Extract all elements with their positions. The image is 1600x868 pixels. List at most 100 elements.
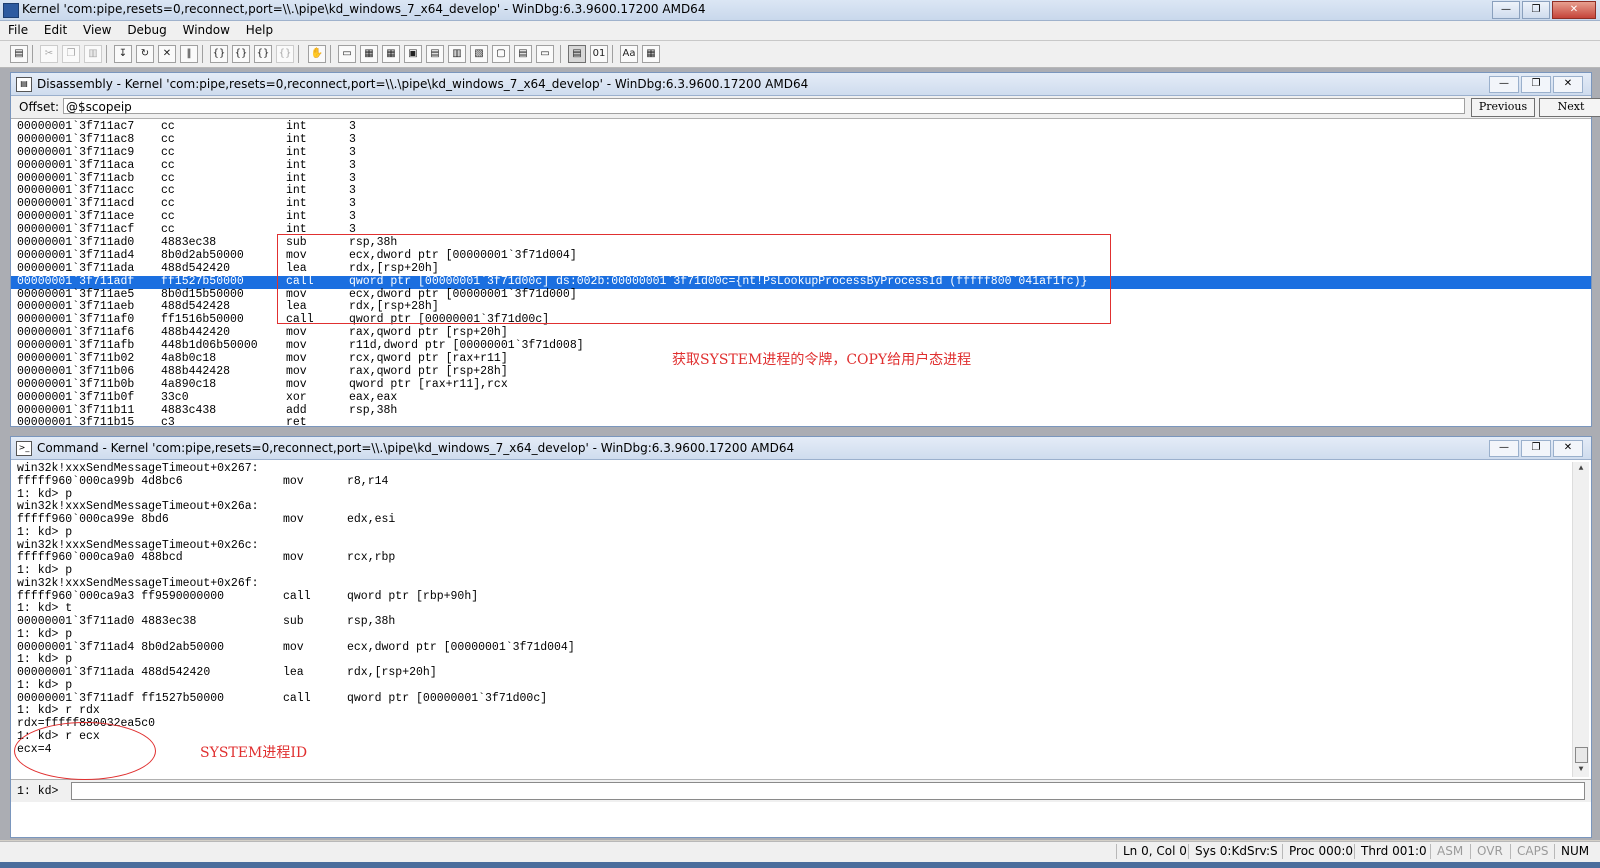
toolbar-separator bbox=[106, 45, 107, 63]
disassembly-addr: 00000001`3f711ac9 bbox=[17, 145, 135, 159]
disassembly-row[interactable]: 00000001`3f711ac7 cc int 3 bbox=[11, 120, 1591, 134]
open-icon[interactable]: ▤ bbox=[10, 45, 28, 63]
status-asm: ASM bbox=[1430, 844, 1463, 859]
scroll-up-icon[interactable]: ▲ bbox=[1573, 462, 1589, 476]
scroll-thumb[interactable] bbox=[1575, 747, 1588, 763]
paste-icon[interactable]: ▥ bbox=[84, 45, 102, 63]
disassembly-bytes: 4883ec38 bbox=[161, 236, 217, 250]
toolbar: ▤ ✂ ❐ ▥ ↧ ↻ ✕ ‖ {} {} {} {} ✋ ▭ ▦ ▦ ▣ ▤ … bbox=[0, 41, 1600, 68]
disassembly-addr: 00000001`3f711b02 bbox=[17, 352, 135, 366]
registers-window-icon[interactable]: ▣ bbox=[404, 45, 422, 63]
go-icon[interactable]: ↧ bbox=[114, 45, 132, 63]
disassembly-row[interactable]: 00000001`3f711b15 c3 ret bbox=[11, 417, 1591, 426]
disassembly-row[interactable]: 00000001`3f711b11 4883c438 add rsp,38h bbox=[11, 404, 1591, 418]
menu-debug[interactable]: Debug bbox=[121, 21, 172, 39]
step-into-icon[interactable]: {} bbox=[210, 45, 228, 63]
command-close-button[interactable]: ✕ bbox=[1553, 440, 1583, 457]
command-line-c1: 1: kd> p bbox=[17, 627, 73, 641]
menu-file[interactable]: File bbox=[0, 21, 34, 39]
command-output-line: 00000001`3f711ada 488d542420 lea rdx,[rsp+… bbox=[11, 666, 1591, 680]
options-icon[interactable]: ▦ bbox=[642, 45, 660, 63]
disassembly-args: 3 bbox=[349, 145, 356, 159]
disassembly-row[interactable]: 00000001`3f711ac8 cc int 3 bbox=[11, 132, 1591, 147]
menu-edit[interactable]: Edit bbox=[38, 21, 73, 39]
disassembly-restore-button[interactable]: ❐ bbox=[1521, 76, 1551, 93]
disassembly-op: mov bbox=[286, 377, 307, 391]
command-scrollbar[interactable]: ▲ ▼ bbox=[1572, 462, 1589, 777]
disassembly-bytes: 8b0d2ab50000 bbox=[161, 248, 244, 262]
step-over-icon[interactable]: {} bbox=[232, 45, 250, 63]
disassembly-row[interactable]: 00000001`3f711ace cc int 3 bbox=[11, 210, 1591, 224]
disassembly-row[interactable]: 00000001`3f711acc cc int 3 bbox=[11, 185, 1591, 198]
command-minimize-button[interactable]: — bbox=[1489, 440, 1519, 457]
disassembly-op: mov bbox=[286, 352, 307, 366]
disassembly-bytes: cc bbox=[161, 132, 175, 146]
scratch-pad-icon[interactable]: ▢ bbox=[492, 45, 510, 63]
disassembly-row[interactable]: 00000001`3f711b0f 33c0 xor eax,eax bbox=[11, 391, 1591, 405]
disassembly-row[interactable]: 00000001`3f711aca cc int 3 bbox=[11, 158, 1591, 173]
command-line-c3: rsp,38h bbox=[347, 615, 396, 628]
disassembly-window-icon[interactable]: ▧ bbox=[470, 45, 488, 63]
status-ovr: OVR bbox=[1470, 844, 1503, 859]
command-prompt: 1: kd> bbox=[17, 785, 59, 798]
source-mode-on-icon[interactable]: ▤ bbox=[568, 45, 586, 63]
command-window-icon[interactable]: ▭ bbox=[338, 45, 356, 63]
restart-icon[interactable]: ↻ bbox=[136, 45, 154, 63]
memory-window-icon[interactable]: ▤ bbox=[426, 45, 444, 63]
offset-bar: Offset: @$scopeip Previous Next bbox=[11, 96, 1600, 119]
disassembly-title: Disassembly - Kernel 'com:pipe,resets=0,… bbox=[37, 77, 809, 91]
menu-view[interactable]: View bbox=[77, 21, 117, 39]
disassembly-row[interactable]: 00000001`3f711acb cc int 3 bbox=[11, 172, 1591, 186]
command-output-line: fffff960`000ca9a3 ff9590000000 call qword … bbox=[11, 589, 1591, 604]
command-line-c1: fffff960`000ca99b 4d8bc6 bbox=[17, 474, 183, 488]
disassembly-close-button[interactable]: ✕ bbox=[1553, 76, 1583, 93]
font-icon[interactable]: Aa bbox=[620, 45, 638, 63]
mdi-client: ▤ Disassembly - Kernel 'com:pipe,resets=… bbox=[0, 68, 1600, 840]
cut-icon[interactable]: ✂ bbox=[40, 45, 58, 63]
command-line-c2: call bbox=[283, 589, 311, 603]
locals-window-icon[interactable]: ▦ bbox=[382, 45, 400, 63]
command-output-line: 1: kd> p bbox=[11, 526, 1591, 540]
run-to-cursor-icon[interactable]: {} bbox=[276, 45, 294, 63]
previous-button[interactable]: Previous bbox=[1471, 98, 1535, 117]
annotation-ellipse bbox=[14, 722, 156, 780]
disassembly-addr: 00000001`3f711ada bbox=[17, 261, 135, 275]
processes-threads-icon[interactable]: ▤ bbox=[514, 45, 532, 63]
stop-debugging-icon[interactable]: ✕ bbox=[158, 45, 176, 63]
disassembly-addr: 00000001`3f711b0b bbox=[17, 377, 135, 391]
menu-help[interactable]: Help bbox=[240, 21, 279, 39]
disassembly-minimize-button[interactable]: — bbox=[1489, 76, 1519, 93]
command-output-line: fffff960`000ca99b 4d8bc6 mov r8,r14 bbox=[11, 474, 1591, 489]
disassembly-row[interactable]: 00000001`3f711b0b 4a890c18 mov qword ptr [r… bbox=[11, 377, 1591, 392]
disassembly-op: int bbox=[286, 145, 307, 159]
command-output-line: fffff960`000ca99e 8bd6 mov edx,esi bbox=[11, 513, 1591, 527]
disassembly-row[interactable]: 00000001`3f711acd cc int 3 bbox=[11, 197, 1591, 211]
watch-window-icon[interactable]: ▦ bbox=[360, 45, 378, 63]
call-stack-window-icon[interactable]: ▥ bbox=[448, 45, 466, 63]
step-out-icon[interactable]: {} bbox=[254, 45, 272, 63]
disassembly-addr: 00000001`3f711ac8 bbox=[17, 132, 135, 146]
disassembly-op: int bbox=[286, 132, 307, 146]
command-output[interactable]: win32k!xxxSendMessageTimeout+0x267: fffff… bbox=[11, 460, 1591, 779]
menu-window[interactable]: Window bbox=[177, 21, 236, 39]
offset-input[interactable]: @$scopeip bbox=[63, 98, 1465, 114]
disassembly-row[interactable]: 00000001`3f711ac9 cc int 3 bbox=[11, 145, 1591, 160]
minimize-button[interactable]: — bbox=[1492, 1, 1520, 19]
next-button[interactable]: Next bbox=[1539, 98, 1600, 117]
command-input[interactable] bbox=[71, 782, 1585, 800]
source-mode-icon[interactable]: ▭ bbox=[536, 45, 554, 63]
command-output-line: fffff960`000ca9a0 488bcd mov rcx,rbp bbox=[11, 551, 1591, 565]
command-window: >_ Command - Kernel 'com:pipe,resets=0,r… bbox=[10, 436, 1592, 838]
command-output-line: win32k!xxxSendMessageTimeout+0x267: bbox=[11, 462, 1591, 476]
command-restore-button[interactable]: ❐ bbox=[1521, 440, 1551, 457]
command-line-c2: call bbox=[283, 691, 311, 705]
copy-icon[interactable]: ❐ bbox=[62, 45, 80, 63]
breakpoint-hand-icon[interactable]: ✋ bbox=[308, 45, 326, 63]
command-title: Command - Kernel 'com:pipe,resets=0,reco… bbox=[37, 441, 795, 455]
break-icon[interactable]: ‖ bbox=[180, 45, 198, 63]
scroll-down-icon[interactable]: ▼ bbox=[1573, 763, 1589, 777]
close-button[interactable]: ✕ bbox=[1552, 1, 1596, 19]
restore-button[interactable]: ❐ bbox=[1522, 1, 1550, 19]
disassembly-bytes: cc bbox=[161, 158, 175, 172]
hex-display-icon[interactable]: 01 bbox=[590, 45, 608, 63]
